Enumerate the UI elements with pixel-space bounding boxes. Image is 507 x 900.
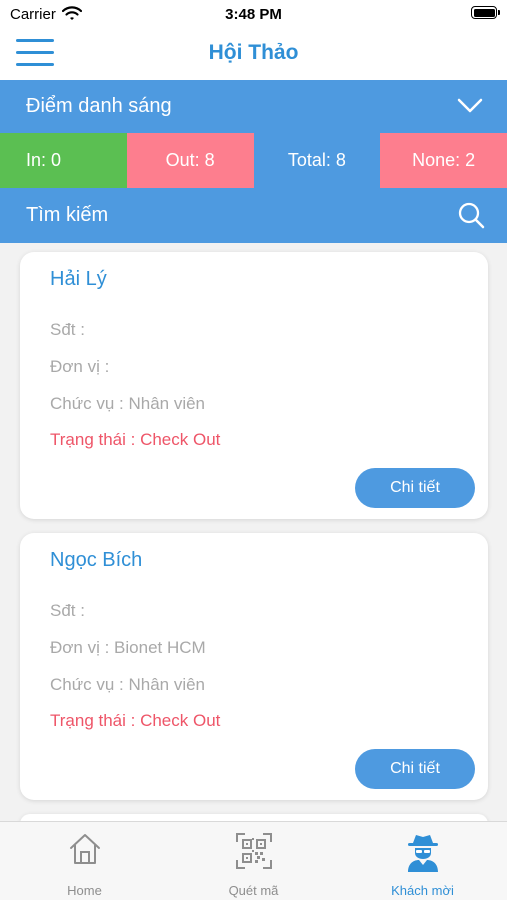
stat-in[interactable]: In: 0	[0, 133, 127, 188]
detail-button[interactable]: Chi tiết	[355, 749, 475, 789]
guest-name: Hải Lý	[50, 268, 107, 290]
guest-name: Ngọc Bích	[50, 549, 143, 571]
clock-label: 3:48 PM	[225, 6, 282, 23]
page-title: Hội Thảo	[208, 41, 299, 64]
qr-code-icon	[169, 832, 338, 875]
guest-position: Chức vụ : Nhân viên	[50, 675, 206, 694]
spy-guest-icon	[338, 832, 507, 877]
guest-status: Trạng thái : Check Out	[50, 711, 221, 730]
guest-status: Trạng thái : Check Out	[50, 430, 221, 449]
battery-icon	[471, 6, 500, 19]
tab-bar: Home Quét mã Khách mời	[0, 821, 507, 900]
guest-phone: Sđt :	[50, 601, 85, 620]
guest-unit: Đơn vị : Bionet HCM	[50, 638, 206, 657]
attendance-stats: In: 0 Out: 8 Total: 8 None: 2	[0, 133, 507, 188]
navigation-bar: Hội Thảo	[0, 28, 507, 80]
tab-scan[interactable]: Quét mã	[169, 822, 338, 900]
search-input[interactable]: Tìm kiếm	[26, 204, 108, 227]
search-icon[interactable]	[457, 201, 485, 234]
guest-position: Chức vụ : Nhân viên	[50, 394, 206, 413]
tab-scan-label: Quét mã	[228, 883, 279, 898]
home-icon	[0, 832, 169, 871]
guest-card: Ngọc Bích Sđt : Đơn vị : Bionet HCM Chức…	[20, 533, 488, 800]
guest-unit: Đơn vị :	[50, 357, 110, 376]
guest-card: Hải Lý Sđt : Đơn vị : Chức vụ : Nhân viê…	[20, 252, 488, 519]
tab-guests-label: Khách mời	[391, 883, 454, 898]
tab-guests[interactable]: Khách mời	[338, 822, 507, 900]
chevron-down-icon	[457, 94, 483, 121]
detail-button[interactable]: Chi tiết	[355, 468, 475, 508]
tab-home-label: Home	[67, 883, 102, 898]
stat-none[interactable]: None: 2	[380, 133, 507, 188]
guest-phone: Sđt :	[50, 320, 85, 339]
search-bar[interactable]: Tìm kiếm	[0, 188, 507, 243]
stat-out[interactable]: Out: 8	[126, 133, 254, 188]
tab-home[interactable]: Home	[0, 822, 169, 900]
stat-total[interactable]: Total: 8	[253, 133, 381, 188]
hamburger-menu-icon[interactable]	[16, 39, 54, 67]
session-dropdown[interactable]: Điểm danh sáng	[0, 80, 507, 133]
status-bar: Carrier 3:48 PM	[0, 0, 507, 28]
session-selected-label: Điểm danh sáng	[26, 95, 172, 117]
